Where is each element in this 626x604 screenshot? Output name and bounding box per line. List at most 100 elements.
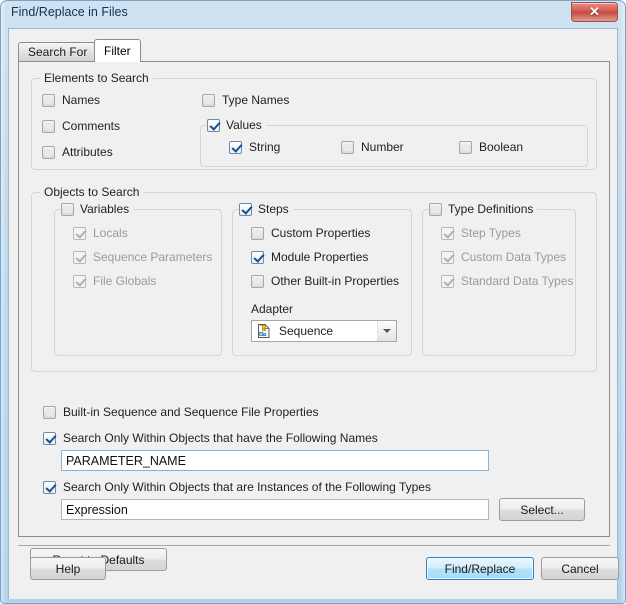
checkbox-names-filter-box[interactable] [43,431,56,445]
find-replace-button[interactable]: Find/Replace [426,557,534,580]
dialog-client-area: Search For Filter Elements to Search Nam… [8,28,619,596]
adapter-label: Adapter [251,302,294,316]
window-title: Find/Replace in Files [11,5,128,19]
checkbox-builtin-sequence-properties[interactable]: Built-in Sequence and Sequence File Prop… [43,405,319,419]
help-button-label: Help [55,561,81,576]
footer-separator [18,545,610,546]
checkbox-other-builtin-properties-box[interactable] [251,274,264,288]
elements-to-search-title: Elements to Search [40,71,153,85]
checkbox-types-filter-box[interactable] [43,480,56,494]
cancel-button-label: Cancel [561,561,599,576]
names-filter-input[interactable]: PARAMETER_NAME [61,450,489,471]
checkbox-file-globals-box [73,274,86,288]
checkbox-standard-data-types-box [441,274,454,288]
checkbox-string-box[interactable] [229,140,242,154]
tab-filter[interactable]: Filter [94,39,141,62]
checkbox-standard-data-types-label: Standard Data Types [461,274,574,288]
type-definitions-group-header[interactable]: Type Definitions [429,202,538,216]
checkbox-standard-data-types: Standard Data Types [441,274,574,288]
variables-group: Variables Locals Sequence Parameters Fil… [54,202,222,356]
sequence-file-icon [256,323,272,339]
checkbox-other-builtin-properties[interactable]: Other Built-in Properties [251,274,399,288]
checkbox-file-globals: File Globals [73,274,156,288]
title-bar: Find/Replace in Files ✕ [0,0,626,28]
checkbox-string[interactable]: String [229,140,280,154]
objects-to-search-group: Objects to Search Variables Locals Seque… [31,185,597,372]
checkbox-custom-properties[interactable]: Custom Properties [251,226,370,240]
checkbox-string-label: String [249,140,281,154]
checkbox-values-label: Values [226,118,262,132]
checkbox-custom-data-types-label: Custom Data Types [461,250,567,264]
checkbox-custom-properties-label: Custom Properties [271,226,371,240]
checkbox-file-globals-label: File Globals [93,274,157,288]
checkbox-boolean-box[interactable] [459,140,472,154]
type-definitions-group: Type Definitions Step Types Custom Data … [422,202,576,356]
checkbox-names-filter[interactable]: Search Only Within Objects that have the… [43,431,378,445]
tab-filter-label: Filter [104,44,131,58]
tab-search-for[interactable]: Search For [18,42,98,61]
checkbox-variables-box[interactable] [61,202,74,216]
values-group: Values String Number Boolean [200,118,588,167]
steps-group-header[interactable]: Steps [239,202,293,216]
checkbox-custom-data-types-box [441,250,454,264]
checkbox-number[interactable]: Number [341,140,404,154]
checkbox-names-box[interactable] [42,93,55,107]
checkbox-number-label: Number [361,140,404,154]
checkbox-type-names-label: Type Names [222,93,290,107]
checkbox-step-types-box [441,226,454,240]
close-button[interactable]: ✕ [571,2,618,22]
filter-tab-panel: Elements to Search Names Comments Attrib… [18,61,610,537]
checkbox-values-box[interactable] [207,118,220,132]
elements-to-search-group: Elements to Search Names Comments Attrib… [31,71,597,170]
dialog-footer: Help Find/Replace Cancel [18,545,619,589]
checkbox-attributes-label: Attributes [62,145,113,159]
checkbox-custom-data-types: Custom Data Types [441,250,566,264]
checkbox-number-box[interactable] [341,140,354,154]
checkbox-module-properties-box[interactable] [251,250,264,264]
checkbox-locals: Locals [73,226,128,240]
names-filter-input-value: PARAMETER_NAME [66,453,186,468]
help-button[interactable]: Help [30,557,106,580]
checkbox-sequence-parameters: Sequence Parameters [73,250,212,264]
types-filter-input-value: Expression [66,502,128,517]
checkbox-builtin-sequence-properties-label: Built-in Sequence and Sequence File Prop… [63,405,319,419]
types-filter-input[interactable]: Expression [61,499,489,520]
checkbox-types-filter[interactable]: Search Only Within Objects that are Inst… [43,480,431,494]
checkbox-boolean[interactable]: Boolean [459,140,523,154]
checkbox-builtin-sequence-properties-box[interactable] [43,405,56,419]
checkbox-type-names-box[interactable] [202,93,215,107]
checkbox-locals-box [73,226,86,240]
close-icon: ✕ [589,4,600,19]
checkbox-sequence-parameters-label: Sequence Parameters [93,250,213,264]
checkbox-type-names[interactable]: Type Names [202,93,289,107]
tab-strip: Search For Filter [18,39,610,62]
checkbox-module-properties[interactable]: Module Properties [251,250,368,264]
find-replace-button-label: Find/Replace [444,561,516,576]
checkbox-custom-properties-box[interactable] [251,226,264,240]
checkbox-steps-box[interactable] [239,202,252,216]
checkbox-attributes[interactable]: Attributes [42,145,113,159]
variables-group-header[interactable]: Variables [61,202,134,216]
checkbox-steps-label: Steps [258,202,289,216]
checkbox-types-filter-label: Search Only Within Objects that are Inst… [63,480,431,494]
select-types-button[interactable]: Select... [499,498,585,521]
cancel-button[interactable]: Cancel [541,557,619,580]
checkbox-other-builtin-properties-label: Other Built-in Properties [271,274,400,288]
adapter-value: Sequence [279,324,334,338]
steps-group: Steps Custom Properties Module Propertie… [232,202,412,356]
checkbox-boolean-label: Boolean [479,140,524,154]
checkbox-sequence-parameters-box [73,250,86,264]
checkbox-step-types: Step Types [441,226,521,240]
dialog-window: Find/Replace in Files ✕ Search For Filte… [0,0,626,604]
checkbox-names[interactable]: Names [42,93,100,107]
objects-to-search-title: Objects to Search [40,185,144,199]
checkbox-names-label: Names [62,93,101,107]
checkbox-attributes-box[interactable] [42,145,55,159]
adapter-dropdown[interactable]: Sequence [251,320,397,342]
values-group-header[interactable]: Values [207,118,266,132]
checkbox-type-definitions-box[interactable] [429,202,442,216]
checkbox-comments[interactable]: Comments [42,119,120,133]
checkbox-names-filter-label: Search Only Within Objects that have the… [63,431,378,445]
checkbox-comments-box[interactable] [42,119,55,133]
chevron-down-icon[interactable] [377,321,396,341]
